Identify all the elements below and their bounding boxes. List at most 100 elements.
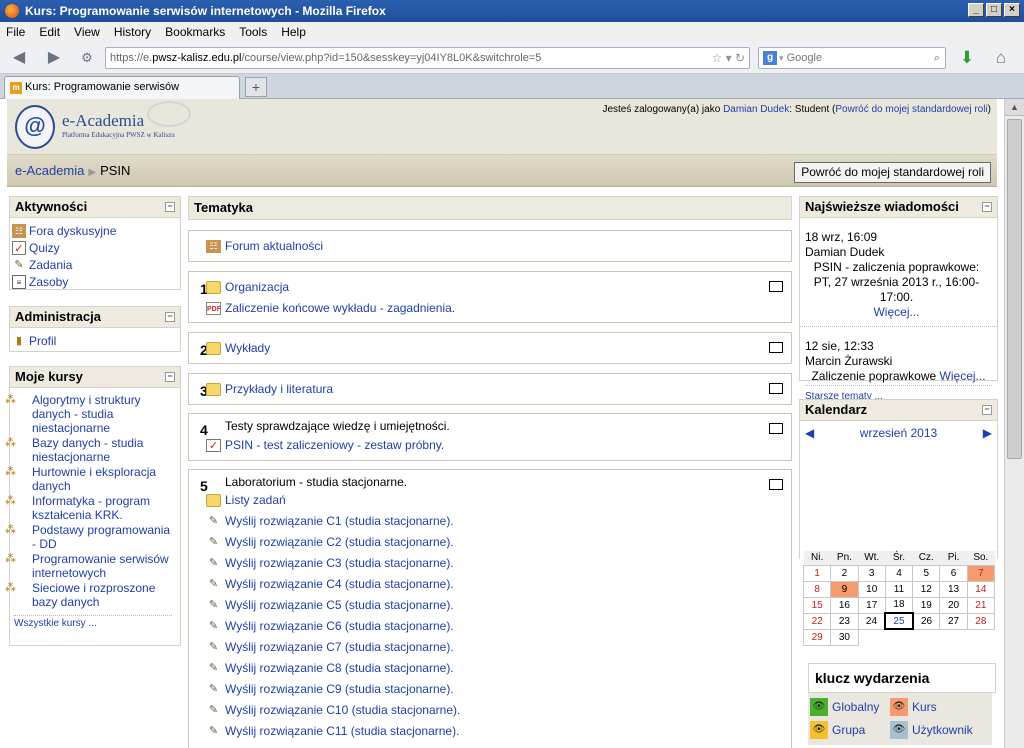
all-courses-link[interactable]: Wszystkie kursy ... <box>14 615 172 629</box>
calendar-day[interactable]: 22 <box>802 612 832 630</box>
collapse-icon[interactable]: − <box>165 202 175 212</box>
course-item[interactable]: ⁂ Bazy danych - studia niestacjonarne <box>5 436 176 464</box>
calendar-day[interactable]: 7 <box>966 564 996 582</box>
minimize-button[interactable]: _ <box>968 3 984 17</box>
menu-view[interactable]: View <box>74 25 100 39</box>
assignment-label[interactable]: Wyślij rozwiązanie C2 (studia stacjonarn… <box>225 535 454 549</box>
quiz-test[interactable]: ✓ PSIN - test zaliczeniowy - zestaw próbn… <box>189 435 791 456</box>
calendar-day[interactable]: 28 <box>966 612 996 630</box>
scrollbar-thumb[interactable] <box>1007 119 1022 459</box>
calendar-day[interactable]: 9 <box>830 580 859 598</box>
calendar-day[interactable]: 21 <box>966 596 996 614</box>
scroll-up-icon[interactable]: ▲ <box>1005 99 1024 116</box>
return-role-button[interactable]: Powróć do mojej standardowej roli <box>794 162 991 183</box>
calendar-day[interactable]: 6 <box>939 564 968 582</box>
calendar-day[interactable]: 26 <box>912 612 941 630</box>
course-label[interactable]: Hurtownie i eksploracja danych <box>13 465 156 493</box>
legend-course[interactable]: 👁 Kurs <box>890 698 937 716</box>
calendar-day[interactable]: 27 <box>939 612 968 630</box>
menu-bookmarks[interactable]: Bookmarks <box>165 25 225 39</box>
assignment-label[interactable]: Wyślij rozwiązanie C4 (studia stacjonarn… <box>225 577 454 591</box>
calendar-day[interactable]: 20 <box>939 596 968 614</box>
legend-global[interactable]: 👁 Globalny <box>810 698 879 716</box>
assignment-item[interactable]: ✎ Wyślij rozwiązanie C7 (studia stacjonar… <box>189 637 791 658</box>
back-arrow-icon[interactable]: ◀ <box>10 49 28 67</box>
bookmark-star-icon[interactable]: ☆ <box>711 51 722 65</box>
course-item[interactable]: ⁂ Informatyka - program kształcenia KRK. <box>5 494 176 522</box>
news-more-link[interactable]: Więcej... <box>873 305 919 319</box>
assignment-item[interactable]: ✎ Wyślij rozwiązanie C2 (studia stacjonar… <box>189 532 791 553</box>
assignment-item[interactable]: ✎ Wyślij rozwiązanie C8 (studia stacjonar… <box>189 658 791 679</box>
engine-dropdown-icon[interactable]: ▾ <box>779 53 784 63</box>
activity-assignments-label[interactable]: Zadania <box>29 258 72 272</box>
user-link[interactable]: Damian Dudek <box>723 104 789 115</box>
assignment-label[interactable]: Wyślij rozwiązanie C7 (studia stacjonarn… <box>225 640 454 654</box>
calendar-day[interactable]: 29 <box>802 628 832 646</box>
calendar-day[interactable]: 16 <box>830 596 859 614</box>
assignment-item[interactable]: ✎ Wyślij rozwiązanie C4 (studia stacjonar… <box>189 574 791 595</box>
assignment-label[interactable]: Wyślij rozwiązanie C1 (studia stacjonarn… <box>225 514 454 528</box>
course-label[interactable]: Sieciowe i rozproszone bazy danych <box>13 581 155 609</box>
assignment-item[interactable]: ✎ Wyślij rozwiązanie C9 (studia stacjonar… <box>189 679 791 700</box>
legend-group-label[interactable]: Grupa <box>832 723 865 737</box>
resource-label[interactable]: Zaliczenie końcowe wykładu - zagadnienia… <box>225 301 455 315</box>
menu-help[interactable]: Help <box>281 25 306 39</box>
assignment-item[interactable]: ✎ Wyślij rozwiązanie C1 (studia stacjonar… <box>189 511 791 532</box>
forward-arrow-icon[interactable]: ▶ <box>45 49 63 67</box>
resource-zaliczenie[interactable]: PDF Zaliczenie końcowe wykładu - zagadnie… <box>189 298 791 319</box>
calendar-day[interactable]: 4 <box>884 564 914 582</box>
activity-quizzes[interactable]: ✓ Quizy <box>10 241 180 255</box>
calendar-day[interactable]: 8 <box>802 580 832 598</box>
calendar-day[interactable]: 25 <box>884 612 914 630</box>
menu-edit[interactable]: Edit <box>39 25 60 39</box>
course-item[interactable]: ⁂ Programowanie serwisów internetowych <box>5 552 176 580</box>
collapse-icon[interactable]: − <box>165 312 175 322</box>
activity-quizzes-label[interactable]: Quizy <box>29 241 60 255</box>
assignment-label[interactable]: Wyślij rozwiązanie C6 (studia stacjonarn… <box>225 619 454 633</box>
collapse-icon[interactable]: − <box>165 372 175 382</box>
activity-forums[interactable]: ☷ Fora dyskusyjne <box>10 224 180 238</box>
course-label[interactable]: Algorytmy i struktury danych - studia ni… <box>13 393 141 435</box>
calendar-day[interactable]: 10 <box>857 580 886 598</box>
tab-course[interactable]: m Kurs: Programowanie serwisów interneto… <box>4 76 240 114</box>
news-forum-link[interactable]: ☷ Forum aktualności <box>189 236 791 257</box>
admin-profile[interactable]: ▮ Profil <box>10 334 180 348</box>
collapse-icon[interactable]: − <box>982 405 992 415</box>
assignment-item[interactable]: ✎ Wyślij rozwiązanie C10 (studia stacjona… <box>189 700 791 721</box>
course-label[interactable]: Programowanie serwisów internetowych <box>13 552 169 580</box>
assignment-label[interactable]: Wyślij rozwiązanie C3 (studia stacjonarn… <box>225 556 454 570</box>
identity-icon[interactable]: ⚙ <box>78 49 96 67</box>
return-role-link[interactable]: Powróć do mojej standardowej roli <box>835 104 987 115</box>
calendar-day[interactable]: 17 <box>857 596 886 614</box>
url-bar[interactable]: https://e.pwsz-kalisz.edu.pl/course/view… <box>105 47 750 69</box>
folder-label[interactable]: Organizacja <box>225 280 289 294</box>
folder-label[interactable]: Wykłady <box>225 341 270 355</box>
folder-przyklady[interactable]: Przykłady i literatura <box>189 379 791 400</box>
calendar-day[interactable]: 11 <box>884 580 914 598</box>
menu-history[interactable]: History <box>114 25 151 39</box>
course-item[interactable]: ⁂ Algorytmy i struktury danych - studia n… <box>5 393 176 435</box>
next-month-icon[interactable]: ▶ <box>983 421 992 445</box>
menu-file[interactable]: File <box>6 25 25 39</box>
assignment-label[interactable]: Wyślij rozwiązanie C8 (studia stacjonarn… <box>225 661 454 675</box>
course-item[interactable]: ⁂ Podstawy programowania - DD <box>5 523 176 551</box>
folder-listy-zadan[interactable]: Listy zadań <box>189 490 791 511</box>
legend-group[interactable]: 👁 Grupa <box>810 721 865 739</box>
course-label[interactable]: Podstawy programowania - DD <box>13 523 170 551</box>
assignment-item[interactable]: ✎ Wyślij rozwiązanie C3 (studia stacjonar… <box>189 553 791 574</box>
calendar-day[interactable]: 5 <box>912 564 941 582</box>
prev-month-icon[interactable]: ◀ <box>805 421 814 445</box>
assignment-label[interactable]: Wyślij rozwiązanie C5 (studia stacjonarn… <box>225 598 454 612</box>
calendar-day[interactable]: 3 <box>857 564 886 582</box>
calendar-day[interactable]: 14 <box>966 580 996 598</box>
calendar-day[interactable]: 19 <box>912 596 941 614</box>
activity-forums-label[interactable]: Fora dyskusyjne <box>29 224 116 238</box>
new-tab-button[interactable]: + <box>245 77 267 97</box>
quiz-label[interactable]: PSIN - test zaliczeniowy - zestaw próbny… <box>225 438 444 452</box>
assignment-item[interactable]: ✎ Wyślij rozwiązanie C6 (studia stacjonar… <box>189 616 791 637</box>
calendar-day[interactable]: 2 <box>830 564 859 582</box>
download-icon[interactable]: ⬇ <box>958 49 976 67</box>
admin-profile-label[interactable]: Profil <box>29 334 56 348</box>
news-forum-label[interactable]: Forum aktualności <box>225 239 323 253</box>
search-input[interactable]: g ▾ Google ⌕ <box>758 47 946 69</box>
